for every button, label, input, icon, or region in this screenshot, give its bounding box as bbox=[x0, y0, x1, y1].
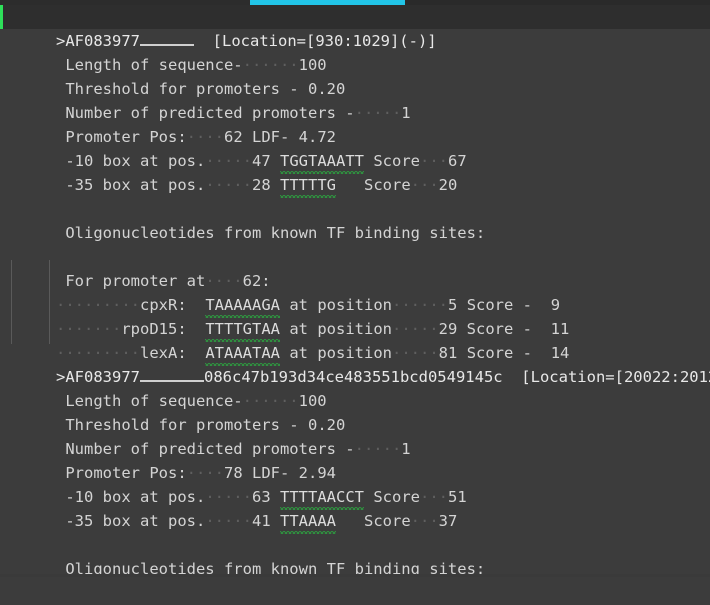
promoter-pos-line-2[interactable]: Promoter Pos:····78 LDF- 2.94 bbox=[0, 437, 710, 482]
indent-guide-1 bbox=[11, 260, 12, 344]
fasta-header-line-1[interactable]: >AF083977 [Location=[930:1029](-)] bbox=[0, 5, 710, 50]
length-of-sequence-line-1[interactable]: Length of sequence-······100 bbox=[0, 29, 710, 74]
minus35-box-line-1[interactable]: -35 box at pos.·····28 TTTTTG Score···20 bbox=[0, 149, 710, 198]
length-of-sequence-line-2[interactable]: Length of sequence-······100 bbox=[0, 365, 710, 410]
num-promoters-line-1[interactable]: Number of predicted promoters -·····1 bbox=[0, 77, 710, 122]
indent-guide-2 bbox=[49, 260, 50, 344]
code-content[interactable]: >AF083977 [Location=[930:1029](-)] Lengt… bbox=[0, 5, 710, 578]
threshold-line-2[interactable]: Threshold for promoters - 0.20 bbox=[0, 389, 710, 434]
blank-line[interactable] bbox=[0, 221, 710, 245]
minus10-box-line-1[interactable]: -10 box at pos.·····47 TGGTAAATT Score··… bbox=[0, 125, 710, 174]
cyan-progress-indicator bbox=[250, 0, 405, 5]
code-editor-pane[interactable]: >AF083977 [Location=[930:1029](-)] Lengt… bbox=[0, 0, 710, 578]
minus10-box-line-2[interactable]: -10 box at pos.·····63 TTTTAACCT Score··… bbox=[0, 461, 710, 510]
oligo-heading-line-2[interactable]: Oligonucleotides from known TF binding s… bbox=[0, 533, 710, 578]
tf-site-line-rpod15[interactable]: ·······rpoD15: TTTTGTAA at position·····… bbox=[0, 293, 710, 342]
num-promoters-line-2[interactable]: Number of predicted promoters -·····1 bbox=[0, 413, 710, 458]
tf-site-line-lexa[interactable]: ·········lexA: ATAAATAA at position·····… bbox=[0, 317, 710, 366]
tf-site-line-cpxr[interactable]: ·········cpxR: TAAAAAGA at position·····… bbox=[0, 269, 710, 318]
threshold-line-1[interactable]: Threshold for promoters - 0.20 bbox=[0, 53, 710, 98]
fasta-header-line-2[interactable]: >AF083977 086c47b193d34ce483551bcd0549145… bbox=[0, 341, 710, 386]
promoter-pos-line-1[interactable]: Promoter Pos:····62 LDF- 4.72 bbox=[0, 101, 710, 146]
blank-line[interactable] bbox=[0, 173, 710, 197]
strip-remainder bbox=[405, 0, 710, 5]
minus35-box-line-2[interactable]: -35 box at pos.·····41 TTAAAA Score···37 bbox=[0, 485, 710, 534]
top-indicator-strip bbox=[0, 0, 710, 5]
oligo-heading-line-1[interactable]: Oligonucleotides from known TF binding s… bbox=[0, 197, 710, 242]
blank-line[interactable] bbox=[0, 509, 710, 533]
for-promoter-line-1[interactable]: For promoter at····62: bbox=[0, 245, 710, 290]
